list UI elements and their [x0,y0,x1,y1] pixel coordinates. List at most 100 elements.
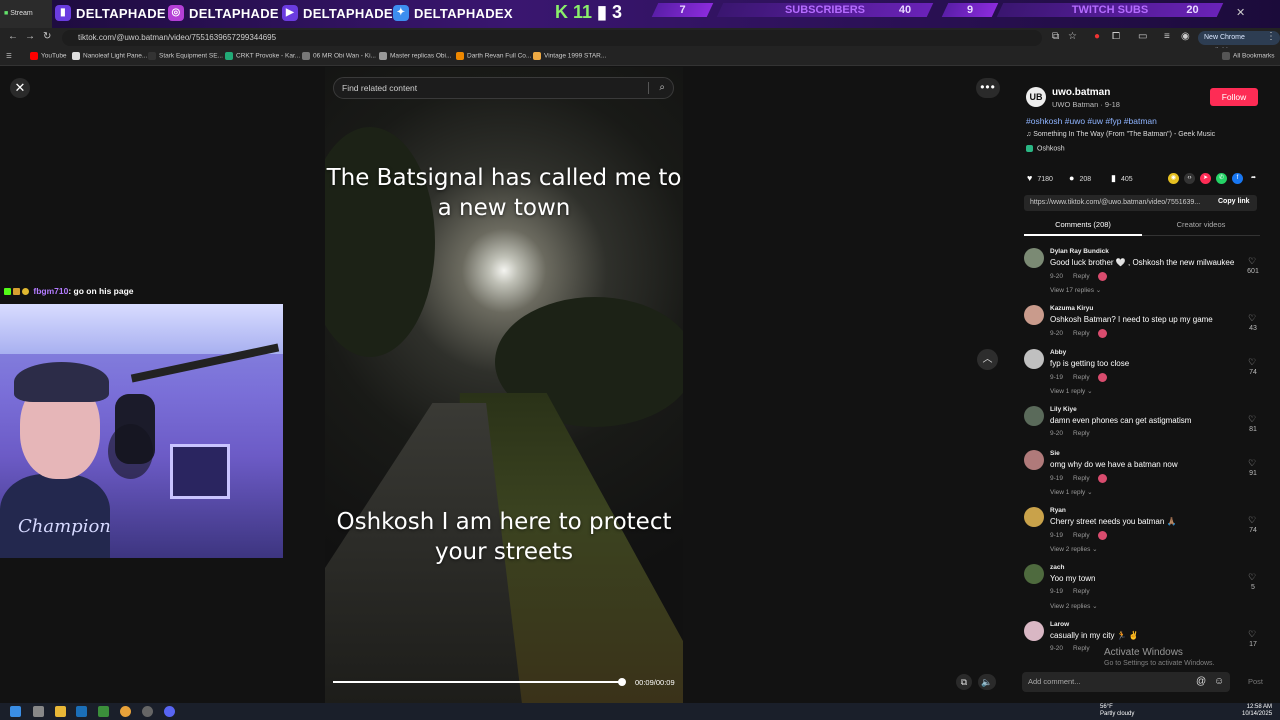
commenter-name[interactable]: Larow [1050,621,1069,628]
comment-like-icon[interactable]: ♡ [1248,458,1256,469]
reply-button[interactable]: Reply [1073,532,1090,539]
post-location[interactable]: Oshkosh [1026,145,1065,152]
comment-count[interactable]: ● 208 [1069,173,1091,183]
bookmark-star-icon[interactable]: ☆ [1068,31,1077,42]
commenter-avatar[interactable] [1024,349,1044,369]
previous-video-button[interactable]: ︿ [977,349,998,370]
commenter-avatar[interactable] [1024,406,1044,426]
save-count[interactable]: ▮ 405 [1111,173,1133,184]
mention-icon[interactable]: @ [1196,672,1206,692]
reload-icon[interactable]: ↻ [43,31,51,42]
chrome-icon[interactable] [120,706,131,717]
browser-tab[interactable]: ■ Stream [0,0,52,28]
url-field[interactable]: tiktok.com/@uwo.batman/video/75516396572… [62,30,1042,46]
commenter-name[interactable]: Kazuma Kiryu [1050,305,1093,312]
task-view-icon[interactable] [33,706,44,717]
copy-link-button[interactable]: Copy link [1218,198,1250,205]
reply-button[interactable]: Reply [1073,430,1090,437]
author-username[interactable]: uwo.batman [1052,87,1110,98]
comment-like-icon[interactable]: ♡ [1248,629,1256,640]
close-button[interactable]: ✕ [10,78,30,98]
commenter-avatar[interactable] [1024,564,1044,584]
video-progress-bar[interactable] [333,681,625,683]
facebook-icon[interactable]: f [1232,173,1243,184]
bookmark-vintage[interactable]: Vintage 1999 STAR... [533,52,606,60]
bookmark-darth-revan[interactable]: Darth Revan Full Co... [456,52,531,60]
post-hashtags[interactable]: #oshkosh #uwo #uw #fyp #batman [1026,116,1157,126]
whatsapp-icon[interactable]: ✆ [1216,173,1227,184]
comment-like-icon[interactable]: ♡ [1248,515,1256,526]
tab-creator-videos[interactable]: Creator videos [1142,220,1260,236]
commenter-name[interactable]: Abby [1050,349,1066,356]
install-icon[interactable]: ⧉ [1052,31,1059,42]
commenter-avatar[interactable] [1024,248,1044,268]
extensions-icon[interactable]: ⧠ [1112,31,1120,42]
commenter-avatar[interactable] [1024,450,1044,470]
follow-button[interactable]: Follow [1210,88,1258,106]
emoji-icon[interactable]: ☺ [1214,672,1224,692]
post-comment-button[interactable]: Post [1248,677,1263,686]
commenter-name[interactable]: Ryan [1050,507,1066,514]
reply-button[interactable]: Reply [1073,273,1090,280]
steam-icon[interactable] [76,706,87,717]
bookmark-youtube[interactable]: YouTube [30,52,67,60]
search-input[interactable]: Find related content ⌕ [333,77,674,99]
view-replies-button[interactable]: View 1 reply ⌄ [1050,488,1093,496]
like-count[interactable]: ♥ 7180 [1027,173,1053,183]
menu-icon[interactable]: ⋮ [1266,31,1276,42]
more-options-icon[interactable]: ••• [976,78,1000,98]
weather-widget[interactable]: 56°F Partly cloudy [1100,704,1134,718]
search-icon[interactable]: ⌕ [659,78,665,98]
bookmark-stark[interactable]: Stark Equipment SE... [148,52,223,60]
xbox-icon[interactable] [98,706,109,717]
comment-like-icon[interactable]: ♡ [1248,414,1256,425]
reply-button[interactable]: Reply [1073,475,1090,482]
view-replies-button[interactable]: View 1 reply ⌄ [1050,387,1093,395]
reply-button[interactable]: Reply [1073,645,1090,652]
progress-handle[interactable] [618,678,626,686]
send-icon[interactable]: ➤ [1200,173,1211,184]
commenter-name[interactable]: Sie [1050,450,1060,457]
comment-like-icon[interactable]: ♡ [1248,572,1256,583]
commenter-avatar[interactable] [1024,621,1044,641]
view-replies-button[interactable]: View 2 replies ⌄ [1050,602,1098,610]
comment-like-icon[interactable]: ♡ [1248,313,1256,324]
bookmark-master-replicas[interactable]: Master replicas Obi... [379,52,451,60]
start-icon[interactable] [10,706,21,717]
all-bookmarks[interactable]: All Bookmarks [1222,52,1275,60]
reply-button[interactable]: Reply [1073,330,1090,337]
picture-in-picture-icon[interactable]: ⧉ [956,674,972,690]
file-explorer-icon[interactable] [55,706,66,717]
comment-like-icon[interactable]: ♡ [1248,256,1256,267]
commenter-name[interactable]: Dylan Ray Bundick [1050,248,1109,255]
embed-icon[interactable]: ‹› [1184,173,1195,184]
bookmark-nanoleaf[interactable]: Nanoleaf Light Pane... [72,52,147,60]
system-clock[interactable]: 12:58 AM 10/14/2025 [1242,704,1272,718]
post-music[interactable]: ♫ Something In The Way (From "The Batman… [1026,131,1215,138]
volume-icon[interactable]: 🔈 [978,674,996,690]
view-replies-button[interactable]: View 17 replies ⌄ [1050,286,1101,294]
profile-icon[interactable]: ◉ [1181,31,1190,42]
commenter-name[interactable]: Lily Kiye [1050,406,1077,413]
apps-icon[interactable]: ☰ [6,52,12,60]
bookmark-crkt[interactable]: CRKT Provoke - Kar... [225,52,300,60]
author-avatar[interactable]: UB [1026,87,1046,107]
forward-icon[interactable]: → [25,31,35,42]
media-icon[interactable]: ≡ [1164,31,1170,42]
sidepanel-icon[interactable]: ▭ [1138,31,1147,42]
video-player[interactable]: The Batsignal has called me to a new tow… [325,67,683,703]
back-icon[interactable]: ← [8,31,18,42]
commenter-name[interactable]: zach [1050,564,1064,571]
commenter-avatar[interactable] [1024,305,1044,325]
comment-like-icon[interactable]: ♡ [1248,357,1256,368]
tab-comments[interactable]: Comments (208) [1024,220,1142,236]
commenter-avatar[interactable] [1024,507,1044,527]
coin-share-icon[interactable]: ◉ [1168,173,1179,184]
view-replies-button[interactable]: View 2 replies ⌄ [1050,545,1098,553]
extension-icon[interactable]: ● [1094,31,1100,42]
add-comment-input[interactable]: Add comment... @ ☺ [1022,672,1230,692]
obs-icon[interactable] [142,706,153,717]
reply-button[interactable]: Reply [1073,588,1090,595]
discord-icon[interactable] [164,706,175,717]
share-arrow-icon[interactable]: ➦ [1248,173,1259,184]
